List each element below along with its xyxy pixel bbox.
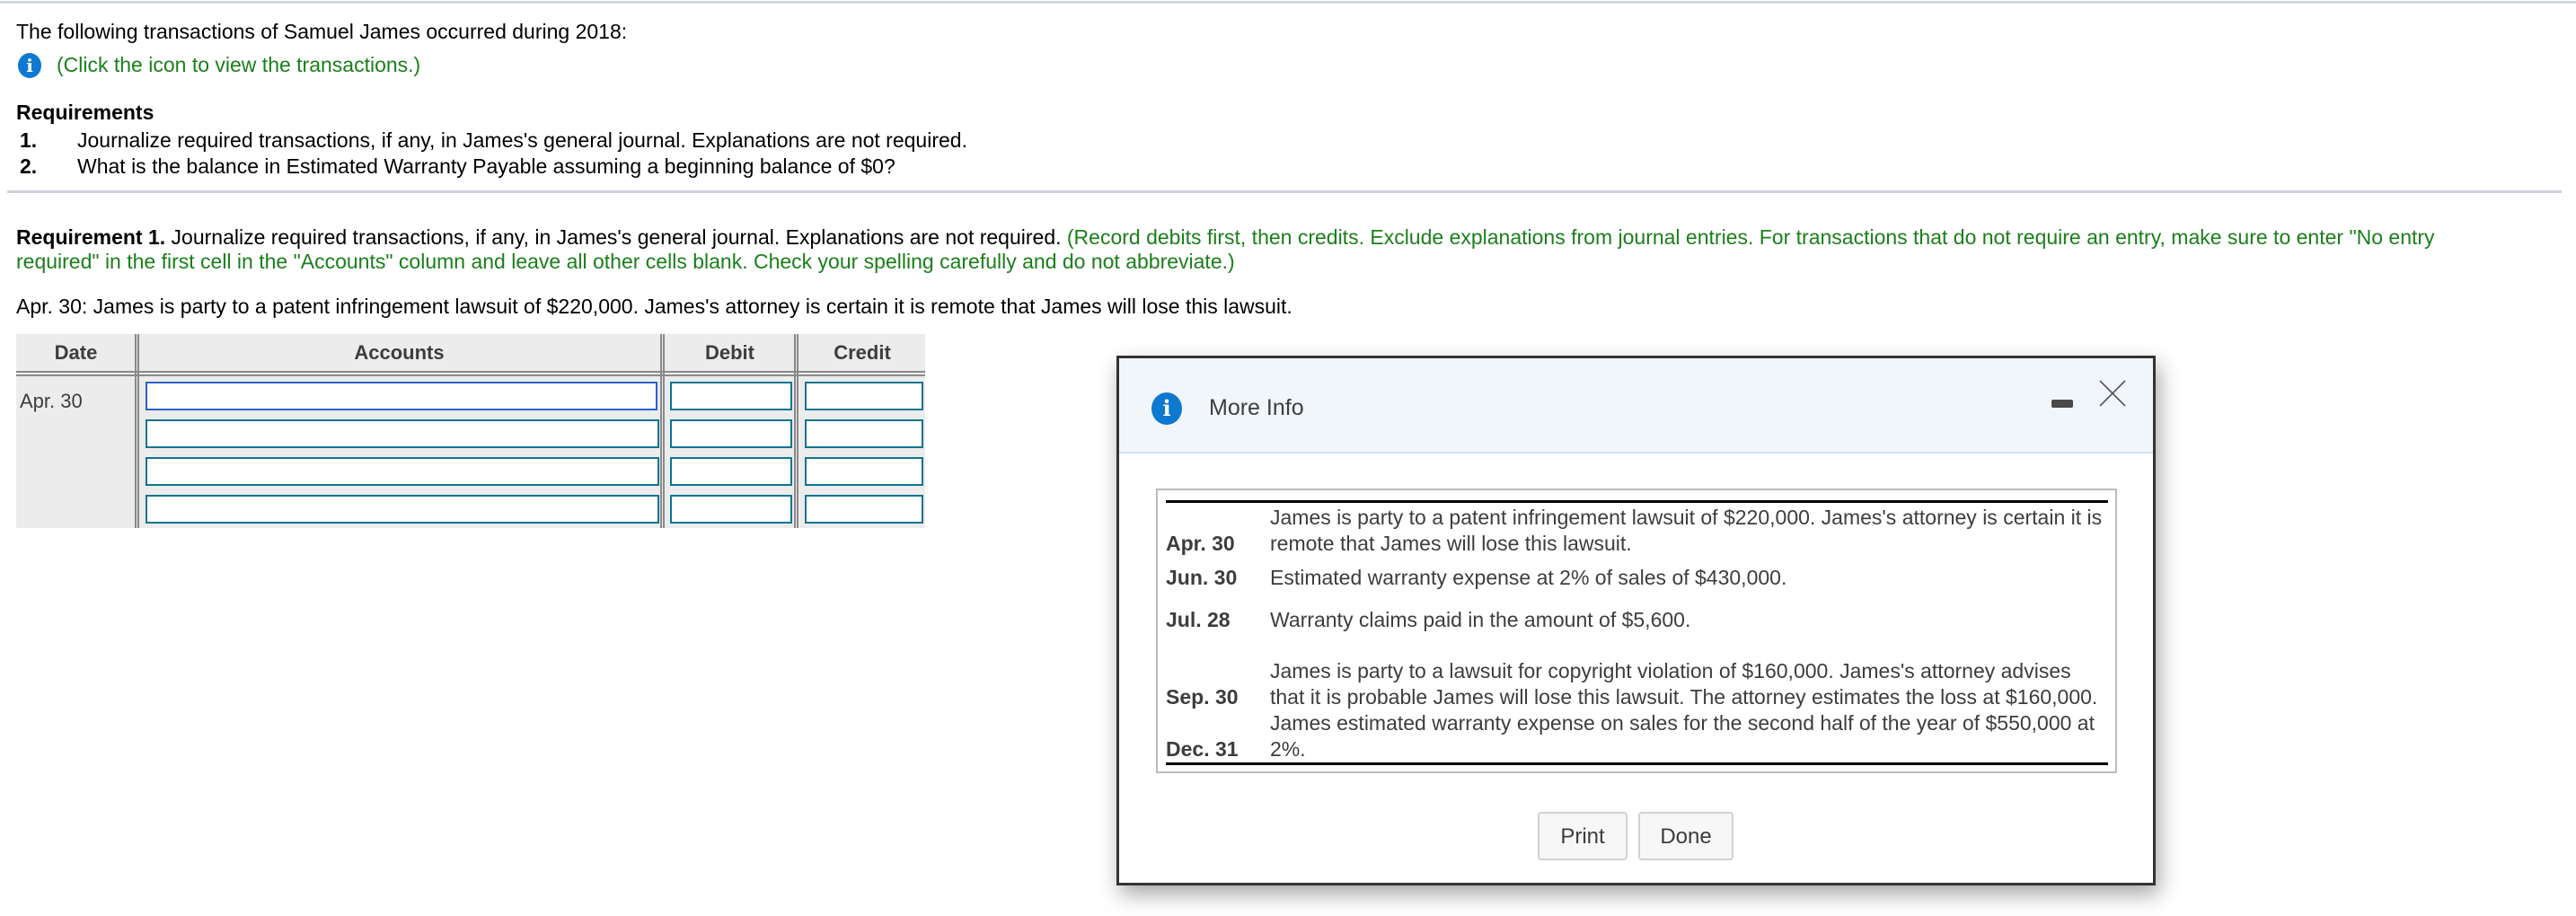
transaction-date: Dec. 31	[1166, 737, 1239, 761]
requirement-number: 2.	[20, 154, 38, 178]
transaction-date: Jul. 28	[1166, 608, 1231, 631]
account-input[interactable]	[146, 419, 659, 448]
table-bottom-rule	[1166, 762, 2108, 765]
credit-input[interactable]	[805, 382, 923, 410]
transaction-prompt: Apr. 30: James is party to a patent infr…	[16, 295, 1292, 318]
minimize-icon[interactable]	[2051, 400, 2073, 408]
column-divider	[660, 334, 665, 528]
column-divider	[135, 334, 139, 528]
credit-input[interactable]	[805, 419, 923, 448]
account-input[interactable]	[146, 495, 659, 524]
requirement-text: Journalize required transactions, if any…	[77, 128, 967, 152]
dialog-header[interactable]: i More Info	[1119, 358, 2153, 454]
info-icon[interactable]: i	[18, 53, 41, 78]
requirement-text: What is the balance in Estimated Warrant…	[77, 154, 895, 178]
requirement1-text: Journalize required transactions, if any…	[165, 225, 1067, 249]
column-divider	[794, 334, 798, 528]
transaction-row: Dec. 31 James estimated warranty expense…	[1166, 710, 2108, 762]
header-date: Date	[54, 341, 98, 364]
requirement1-label: Requirement 1.	[16, 225, 166, 249]
debit-input[interactable]	[670, 419, 792, 448]
transaction-row: Sep. 30 James is party to a lawsuit for …	[1166, 632, 2108, 710]
debit-input[interactable]	[670, 457, 792, 486]
transaction-description: James estimated warranty expense on sale…	[1270, 711, 2095, 761]
transaction-row: Jul. 28 Warranty claims paid in the amou…	[1166, 607, 2108, 633]
header-credit: Credit	[834, 341, 891, 364]
account-input[interactable]	[146, 382, 657, 410]
table-top-rule	[1166, 500, 2108, 503]
debit-input[interactable]	[670, 495, 792, 524]
debit-input[interactable]	[670, 382, 792, 410]
requirement1-paragraph: Requirement 1. Journalize required trans…	[16, 225, 2435, 250]
more-info-dialog: i More Info Apr. 30 James is party to a …	[1116, 356, 2156, 885]
requirement-number: 1.	[20, 128, 38, 152]
dialog-title: More Info	[1209, 395, 1304, 420]
view-transactions-link[interactable]: (Click the icon to view the transactions…	[57, 53, 420, 77]
journal-table: Date Accounts Debit Credit Apr. 30	[16, 334, 925, 528]
transaction-date: Jun. 30	[1166, 566, 1238, 589]
info-icon: i	[1151, 392, 1182, 425]
intro-text: The following transactions of Samuel Jam…	[16, 20, 628, 43]
header-debit: Debit	[705, 341, 754, 364]
header-divider	[16, 371, 925, 376]
transaction-description: James is party to a patent infringement …	[1270, 506, 2103, 555]
transactions-table: Apr. 30 James is party to a patent infri…	[1156, 489, 2117, 773]
close-icon[interactable]	[2098, 379, 2127, 408]
header-accounts: Accounts	[354, 341, 445, 364]
done-button[interactable]: Done	[1638, 812, 1734, 860]
credit-input[interactable]	[805, 495, 923, 524]
transaction-description: Estimated warranty expense at 2% of sale…	[1270, 566, 1787, 589]
transaction-row: Jun. 30 Estimated warranty expense at 2%…	[1166, 565, 2108, 591]
requirements-heading: Requirements	[16, 101, 154, 124]
transaction-description: James is party to a lawsuit for copyrigh…	[1270, 659, 2098, 709]
top-border	[0, 1, 2576, 4]
transaction-row: Apr. 30 James is party to a patent infri…	[1166, 505, 2108, 557]
print-button[interactable]: Print	[1538, 812, 1628, 860]
requirement1-instructions-cont: required" in the first cell in the "Acco…	[16, 250, 1235, 273]
account-input[interactable]	[146, 457, 659, 486]
section-divider	[7, 190, 2562, 193]
transaction-description: Warranty claims paid in the amount of $5…	[1270, 608, 1691, 631]
transaction-date: Apr. 30	[1166, 532, 1235, 555]
credit-input[interactable]	[805, 457, 923, 486]
transaction-date: Sep. 30	[1166, 685, 1239, 709]
requirement1-instructions: (Record debits first, then credits. Excl…	[1066, 225, 2435, 249]
entry-date: Apr. 30	[20, 390, 83, 412]
